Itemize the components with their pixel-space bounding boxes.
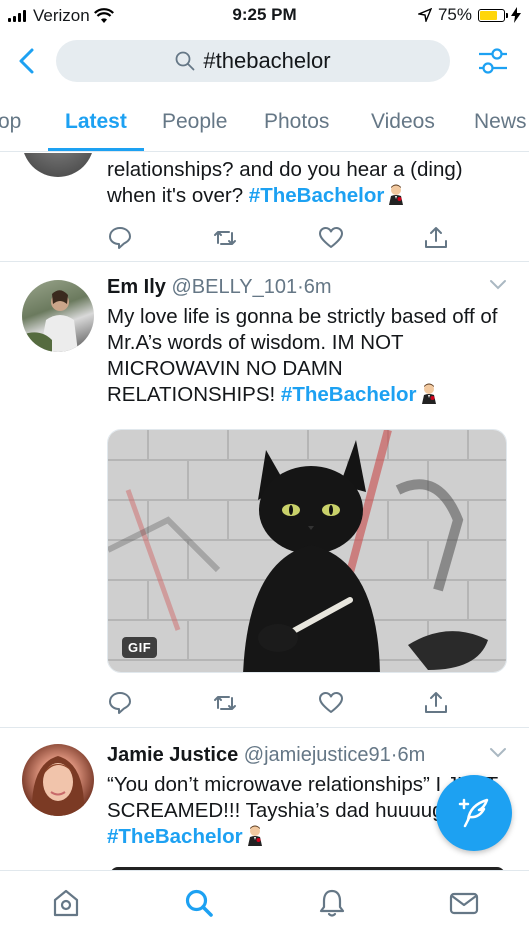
timestamp: 6m [397, 744, 426, 766]
display-name[interactable]: Em Ily [107, 276, 166, 298]
display-name[interactable]: Jamie Justice [107, 744, 238, 766]
tweet-feed[interactable]: relationships? and do you hear a (ding) … [0, 153, 529, 870]
tab-latest[interactable]: Latest [65, 110, 127, 134]
avatar[interactable] [22, 153, 94, 177]
tab-top[interactable]: op [0, 110, 21, 134]
tweet-actions [107, 225, 449, 253]
rose-emoji-icon [421, 383, 436, 404]
tweet[interactable]: relationships? and do you hear a (ding) … [0, 153, 529, 262]
rose-emoji-icon [389, 184, 404, 205]
home-icon[interactable] [50, 887, 82, 919]
avatar[interactable] [22, 280, 94, 352]
status-bar: Verizon 9:25 PM 75% [0, 0, 529, 32]
search-tabs: op Latest People Photos Videos News [0, 100, 529, 152]
tab-photos[interactable]: Photos [264, 110, 329, 134]
compose-icon [458, 798, 489, 828]
like-icon[interactable] [318, 690, 344, 716]
hashtag-link[interactable]: #TheBachelor [249, 184, 385, 207]
tweet-header: Em Ily @BELLY_101·6m [107, 276, 507, 304]
reply-icon[interactable] [107, 225, 133, 251]
share-icon[interactable] [423, 225, 449, 251]
tweet-text: relationships? and do you hear a (ding) … [107, 158, 463, 207]
chevron-down-icon[interactable] [489, 746, 507, 760]
search-query: #thebachelor [203, 48, 331, 73]
notifications-icon[interactable] [316, 887, 348, 919]
search-input[interactable]: #thebachelor [56, 40, 450, 82]
compose-tweet-button[interactable] [436, 775, 512, 851]
cat-gif-image [108, 430, 506, 672]
battery-icon [478, 8, 508, 22]
like-icon[interactable] [318, 225, 344, 251]
messages-icon[interactable] [448, 887, 480, 919]
tweet-header: Jamie Justice @jamiejustice91·6m [107, 744, 507, 772]
active-tab-indicator [48, 148, 144, 151]
reply-icon[interactable] [107, 690, 133, 716]
search-header: #thebachelor [0, 38, 529, 84]
tweet[interactable]: Em Ily @BELLY_101·6m My love life is gon… [0, 262, 529, 728]
tweet-gif[interactable]: GIF [107, 429, 507, 673]
back-icon[interactable] [14, 46, 42, 76]
avatar[interactable] [22, 744, 94, 816]
search-icon [175, 51, 195, 71]
chevron-down-icon[interactable] [489, 278, 507, 292]
bottom-tab-bar [0, 870, 529, 940]
gif-badge: GIF [122, 637, 158, 658]
hashtag-link[interactable]: #TheBachelor [281, 383, 417, 406]
username[interactable]: @BELLY_101 [171, 276, 297, 298]
timestamp: 6m [303, 276, 332, 298]
rose-emoji-icon [247, 825, 262, 846]
tab-people[interactable]: People [162, 110, 227, 134]
avatar-image [22, 290, 78, 352]
charging-icon [511, 7, 521, 23]
tweet-text: My love life is gonna be strictly based … [107, 305, 498, 406]
tweet-actions [107, 690, 449, 718]
retweet-icon[interactable] [212, 225, 238, 251]
filter-icon[interactable] [477, 46, 509, 76]
avatar-image [31, 756, 85, 816]
location-arrow-icon [417, 8, 432, 22]
share-icon[interactable] [423, 690, 449, 716]
tab-videos[interactable]: Videos [371, 110, 435, 134]
tab-news[interactable]: News [474, 110, 527, 134]
retweet-icon[interactable] [212, 690, 238, 716]
battery-percent: 75% [437, 5, 472, 24]
hashtag-link[interactable]: #TheBachelor [107, 825, 243, 848]
explore-icon[interactable] [183, 887, 215, 919]
username[interactable]: @jamiejustice91 [244, 744, 391, 766]
